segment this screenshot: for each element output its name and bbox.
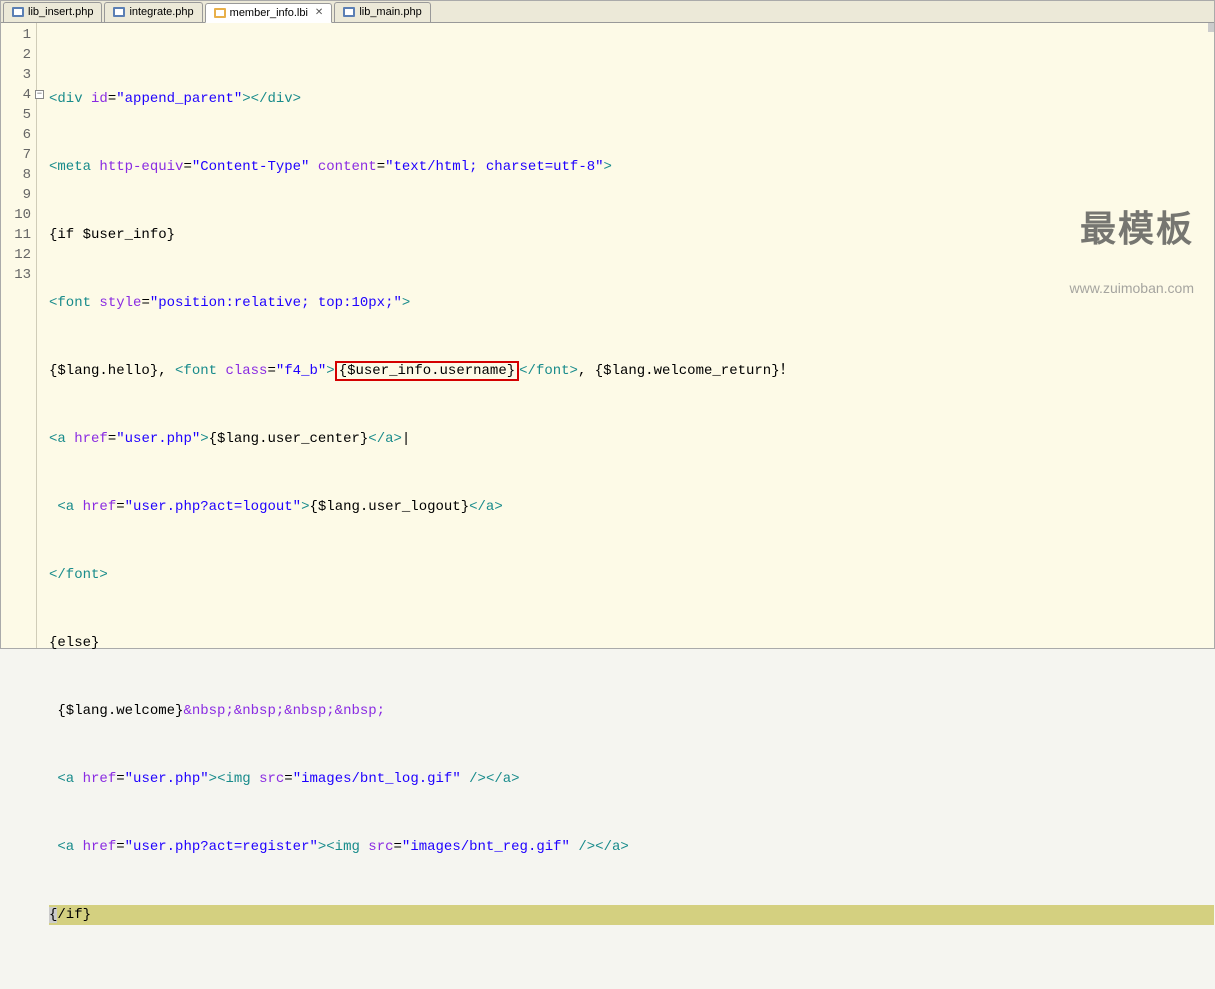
tab-integrate[interactable]: integrate.php <box>104 2 202 22</box>
highlighted-variable: {$user_info.username} <box>335 361 519 381</box>
code-line: {if $user_info} <box>49 225 1214 245</box>
watermark: 最模板 www.zuimoban.com <box>1070 168 1195 328</box>
line-number: 4− <box>1 85 31 105</box>
code-line: {$lang.welcome}&nbsp;&nbsp;&nbsp;&nbsp; <box>49 701 1214 721</box>
code-line: <a href="user.php">{$lang.user_center}</… <box>49 429 1214 449</box>
line-number: 1 <box>1 25 31 45</box>
php-file-icon <box>12 6 24 18</box>
line-number: 2 <box>1 45 31 65</box>
php-file-icon <box>113 6 125 18</box>
line-number: 12 <box>1 245 31 265</box>
lbi-file-icon <box>214 7 226 19</box>
tab-member-info[interactable]: member_info.lbi ✕ <box>205 3 333 23</box>
line-number: 11 <box>1 225 31 245</box>
line-number: 8 <box>1 165 31 185</box>
code-line: <a href="user.php?act=register"><img src… <box>49 837 1214 857</box>
code-line: <a href="user.php"><img src="images/bnt_… <box>49 769 1214 789</box>
code-editor[interactable]: 1 2 3 4− 5 6 7 8 9 10 11 12 13 <div id="… <box>1 23 1214 648</box>
tab-label: lib_insert.php <box>28 6 93 18</box>
tab-label: lib_main.php <box>359 6 421 18</box>
line-number: 6 <box>1 125 31 145</box>
tab-label: member_info.lbi <box>230 7 308 19</box>
php-file-icon <box>343 6 355 18</box>
code-area[interactable]: <div id="append_parent"></div> <meta htt… <box>37 23 1214 648</box>
close-icon[interactable]: ✕ <box>315 7 323 18</box>
line-number: 13 <box>1 265 31 285</box>
editor-tabs: lib_insert.php integrate.php member_info… <box>1 1 1214 23</box>
tab-lib-main[interactable]: lib_main.php <box>334 2 430 22</box>
code-line: </font> <box>49 565 1214 585</box>
code-line: <div id="append_parent"></div> <box>49 89 1214 109</box>
code-line: {$lang.hello}, <font class="f4_b">{$user… <box>49 361 1214 381</box>
line-number: 3 <box>1 65 31 85</box>
scrollbar[interactable] <box>1208 23 1214 32</box>
line-number: 7 <box>1 145 31 165</box>
line-number: 10 <box>1 205 31 225</box>
code-line: {else} <box>49 633 1214 653</box>
watermark-title: 最模板 <box>1070 200 1195 252</box>
cursor-bracket: { <box>49 907 57 923</box>
code-line: <a href="user.php?act=logout">{$lang.use… <box>49 497 1214 517</box>
line-number: 9 <box>1 185 31 205</box>
line-number: 5 <box>1 105 31 125</box>
line-number-gutter: 1 2 3 4− 5 6 7 8 9 10 11 12 13 <box>1 23 37 648</box>
code-line: <font style="position:relative; top:10px… <box>49 293 1214 313</box>
code-line: {/if} <box>49 905 1214 925</box>
watermark-url: www.zuimoban.com <box>1070 280 1195 296</box>
code-line: <meta http-equiv="Content-Type" content=… <box>49 157 1214 177</box>
tab-label: integrate.php <box>129 6 193 18</box>
tab-lib-insert[interactable]: lib_insert.php <box>3 2 102 22</box>
